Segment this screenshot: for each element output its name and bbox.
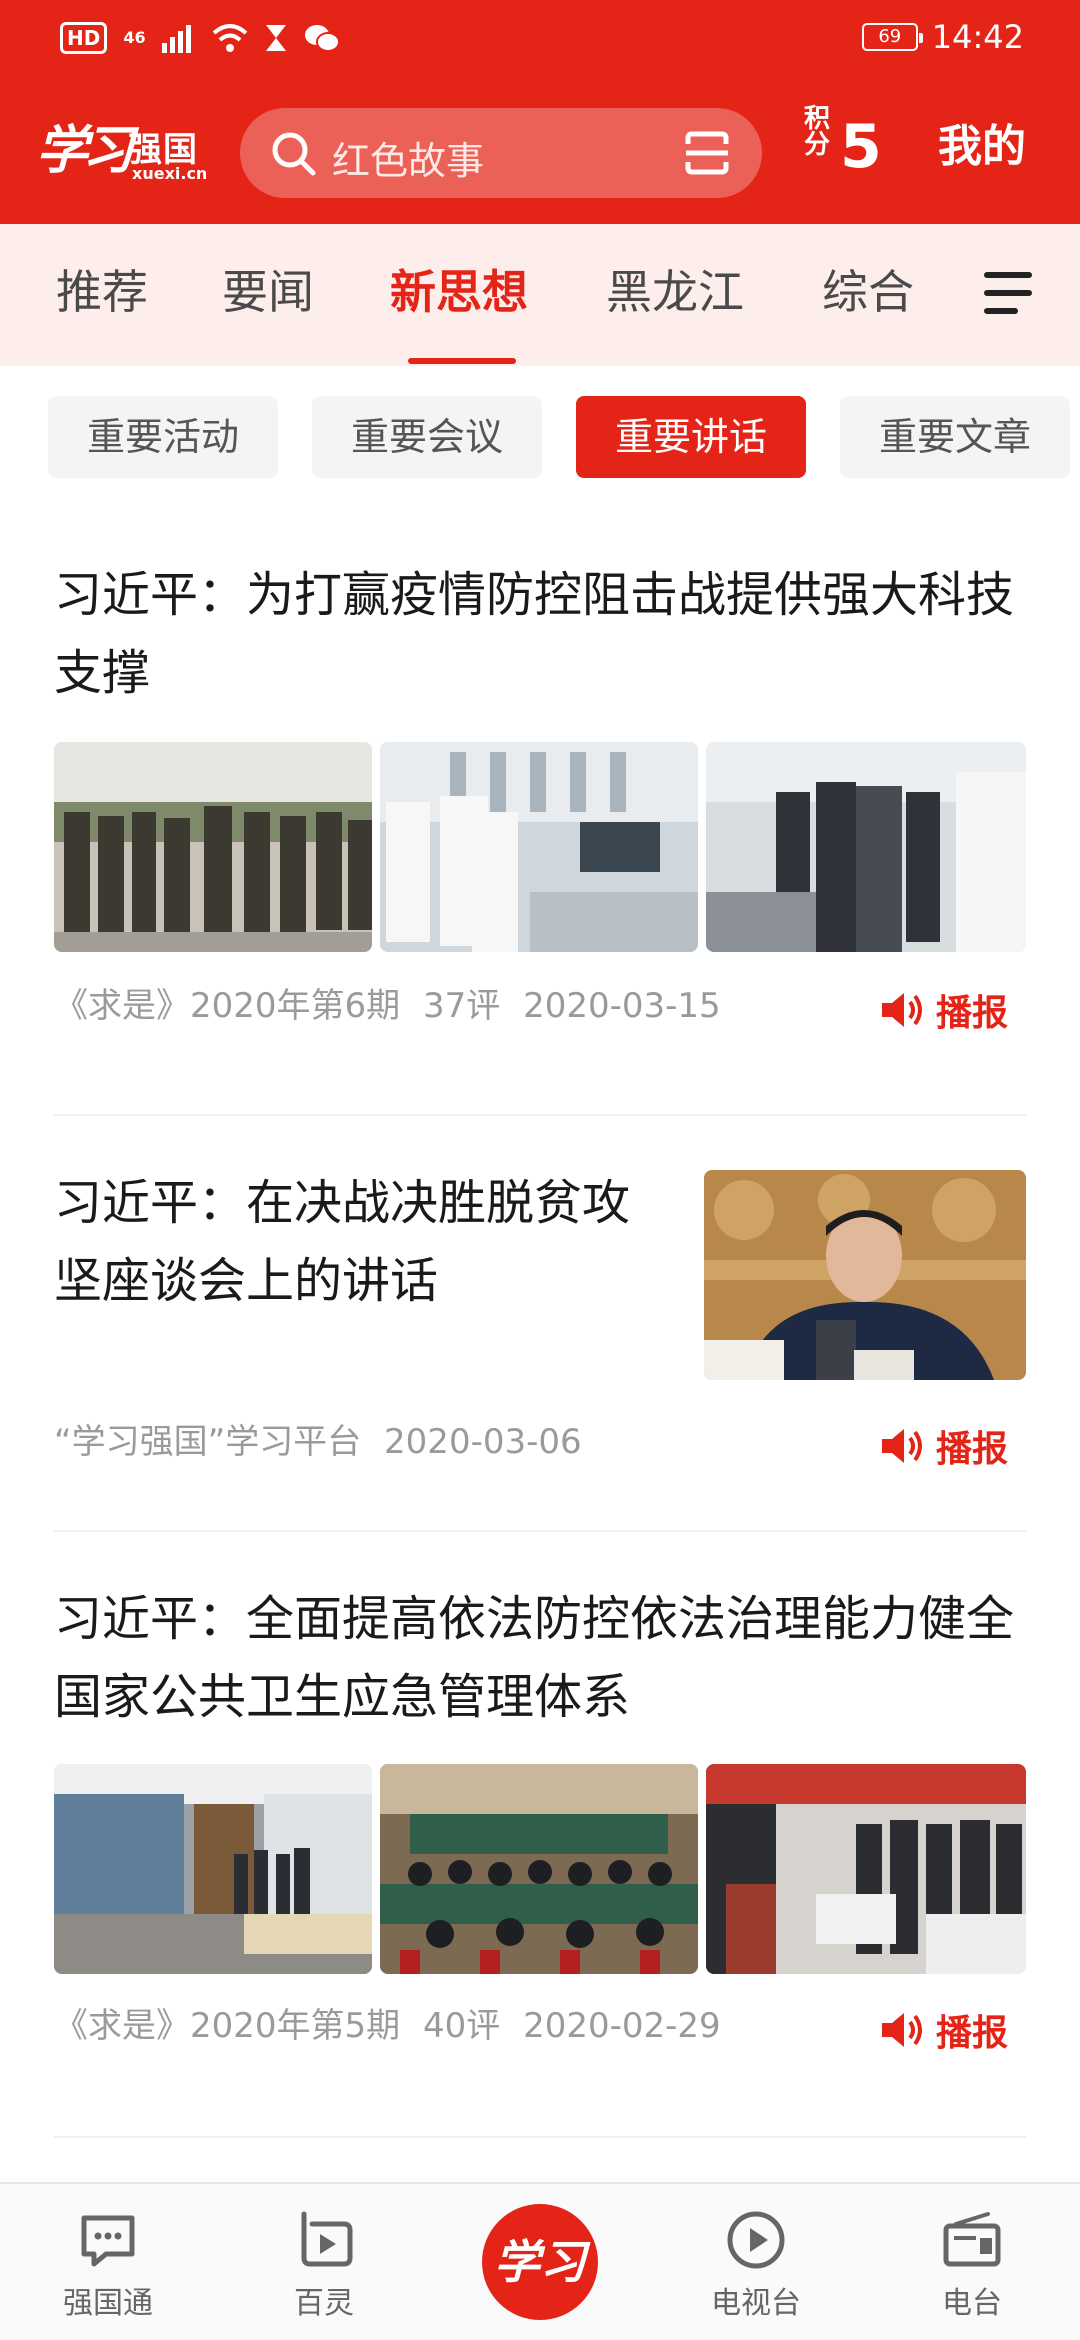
points-label: 积分 [804, 104, 831, 160]
broadcast-button[interactable]: 播报 [880, 984, 1008, 1036]
divider [54, 1530, 1026, 1532]
article-image [380, 1764, 698, 1974]
nav-label: 百灵 [294, 2286, 354, 2321]
nav-label: 电台 [942, 2286, 1002, 2321]
radio-icon [943, 2212, 1001, 2267]
article-date: 2020-02-29 [523, 2006, 721, 2046]
article-source: “学习强国”学习平台 [54, 1422, 362, 1462]
article-item[interactable]: 习近平：为打赢疫情防控阻击战提供强大科技支撑 《求是》2020年第6期 37评 … [54, 556, 1026, 1076]
article-comments: 40评 [422, 2006, 501, 2046]
broadcast-button[interactable]: 播报 [880, 2004, 1008, 2056]
logo-url: xuexi.cn [132, 164, 208, 183]
status-bar: HD 46 69 14:42 [0, 0, 1080, 80]
chip-important-speeches[interactable]: 重要讲话 [576, 396, 806, 478]
wifi-icon [212, 24, 247, 52]
battery-icon: 69 [861, 23, 923, 51]
nav-label: 电视台 [711, 2286, 801, 2321]
tab-new-thought[interactable]: 新思想 [390, 224, 528, 366]
article-comments: 37评 [422, 986, 501, 1026]
article-images [54, 742, 1026, 952]
signal-icon [161, 25, 191, 53]
article-item[interactable]: 习近平：全面提高依法防控依法治理能力健全国家公共卫生应急管理体系 《求是》202… [54, 1580, 1026, 2100]
article-title: 习近平：在决战决胜脱贫攻坚座谈会上的讲话 [54, 1175, 631, 1309]
scan-icon[interactable] [682, 128, 732, 178]
menu-icon[interactable] [984, 272, 1032, 318]
tab-headlines[interactable]: 要闻 [222, 224, 314, 366]
chip-important-articles[interactable]: 重要文章 [840, 396, 1070, 478]
nav-bailing[interactable]: 百灵 [254, 2208, 394, 2322]
search-bar[interactable]: 红色故事 [240, 108, 762, 198]
chip-important-activities[interactable]: 重要活动 [48, 396, 278, 478]
hd-badge: HD [60, 22, 108, 54]
app-header: 学习 强国 xuexi.cn 红色故事 积分 5 我的 [0, 80, 1080, 224]
divider [54, 1114, 1026, 1116]
article-title: 习近平：全面提高依法防控依法治理能力健全国家公共卫生应急管理体系 [54, 1591, 1015, 1725]
clock: 14:42 [931, 18, 1024, 56]
article-item[interactable]: 习近平：在决战决胜脱贫攻坚座谈会上的讲话 “学习强国”学习平台 2020-03-… [54, 1164, 1026, 1504]
speaker-icon [881, 2013, 922, 2047]
app-screen: HD 46 69 14:42 学习 强国 xuexi.cn 红色故事 积分 5 … [0, 0, 1080, 2340]
xuexi-logo-icon[interactable]: 学习 [482, 2204, 598, 2320]
divider [54, 2136, 1026, 2138]
article-source: 《求是》2020年第6期 [54, 986, 401, 1026]
article-source: 《求是》2020年第5期 [54, 2006, 401, 2046]
speaker-icon [881, 1429, 922, 1463]
channel-tabs: 推荐 要闻 新思想 黑龙江 综合 [0, 224, 1080, 366]
broadcast-label: 播报 [935, 1429, 1008, 1470]
broadcast-label: 播报 [935, 993, 1008, 1034]
play-circle-icon [727, 2211, 785, 2269]
article-meta: “学习强国”学习平台 2020-03-06 [54, 1422, 582, 1462]
article-image [54, 1764, 372, 1974]
article-date: 2020-03-06 [384, 1422, 582, 1462]
status-left: HD 46 [60, 22, 340, 54]
play-square-icon [301, 2211, 353, 2267]
search-placeholder: 红色故事 [332, 139, 485, 183]
article-title: 习近平：为打赢疫情防控阻击战提供强大科技支撑 [54, 567, 1015, 701]
hourglass-icon [265, 25, 286, 51]
broadcast-button[interactable]: 播报 [880, 1420, 1008, 1472]
article-date: 2020-03-15 [523, 986, 721, 1026]
nav-tv[interactable]: 电视台 [686, 2208, 826, 2322]
active-tab-indicator [408, 358, 516, 364]
article-image [704, 1170, 1026, 1380]
logo-script-text: 学习 [36, 120, 134, 181]
tab-recommend[interactable]: 推荐 [56, 224, 148, 366]
chat-icon [81, 2215, 135, 2267]
article-meta: 《求是》2020年第5期 40评 2020-02-29 [54, 2006, 721, 2046]
article-image [706, 742, 1026, 952]
article-meta: 《求是》2020年第6期 37评 2020-03-15 [54, 986, 721, 1026]
chip-important-meetings[interactable]: 重要会议 [312, 396, 542, 478]
article-images [54, 1764, 1026, 1974]
article-image [54, 742, 372, 952]
bottom-nav: 强国通 百灵 学习 电视台 电台 [0, 2182, 1080, 2340]
search-icon [272, 132, 316, 176]
nav-label: 强国通 [63, 2286, 153, 2321]
points-value: 5 [840, 112, 882, 182]
nav-qiangguotong[interactable]: 强国通 [38, 2208, 178, 2322]
network-type: 46 [123, 28, 146, 47]
broadcast-label: 播报 [935, 2013, 1008, 2054]
status-right: 69 14:42 [861, 18, 1024, 56]
app-logo[interactable]: 学习 强国 xuexi.cn [36, 108, 208, 188]
article-image [380, 742, 698, 952]
wechat-icon [304, 25, 340, 52]
tab-heilongjiang[interactable]: 黑龙江 [606, 224, 744, 366]
article-image [706, 1764, 1026, 1974]
subcategory-chips: 重要活动 重要会议 重要讲话 重要文章 [0, 396, 1080, 480]
nav-radio[interactable]: 电台 [902, 2208, 1042, 2322]
speaker-icon [881, 993, 922, 1027]
tab-general[interactable]: 综合 [822, 224, 914, 366]
mine-button[interactable]: 我的 [938, 102, 1026, 192]
